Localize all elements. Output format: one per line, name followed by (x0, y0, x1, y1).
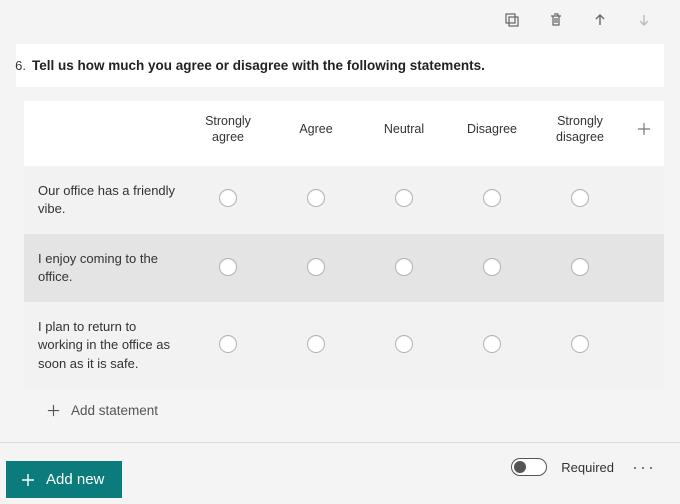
likert-matrix: Strongly agree Agree Neutral Disagree St… (24, 101, 664, 389)
more-options-button[interactable]: ··· (628, 457, 660, 478)
move-down-button[interactable] (632, 8, 656, 32)
statement-text[interactable]: Our office has a friendly vibe. (24, 182, 184, 218)
radio-option[interactable] (483, 189, 501, 207)
toggle-knob (514, 461, 526, 473)
add-new-button[interactable]: Add new (6, 461, 122, 498)
required-label: Required (561, 460, 614, 475)
matrix-body: Our office has a friendly vibe. I enjoy … (24, 166, 664, 389)
radio-option[interactable] (483, 335, 501, 353)
radio-option[interactable] (395, 189, 413, 207)
move-up-button[interactable] (588, 8, 612, 32)
question-number: 6. (10, 58, 32, 73)
add-statement-label: Add statement (71, 403, 158, 418)
table-row: I enjoy coming to the office. (24, 234, 664, 302)
radio-option[interactable] (307, 189, 325, 207)
column-header[interactable]: Disagree (448, 121, 536, 137)
column-header[interactable]: Strongly agree (184, 113, 272, 146)
matrix-header-row: Strongly agree Agree Neutral Disagree St… (24, 101, 664, 166)
delete-button[interactable] (544, 8, 568, 32)
trash-icon (548, 12, 564, 28)
table-row: I plan to return to working in the offic… (24, 302, 664, 389)
table-row: Our office has a friendly vibe. (24, 166, 664, 234)
add-statement-button[interactable]: Add statement (16, 389, 680, 434)
plus-icon (20, 472, 36, 488)
question-header: 6. Tell us how much you agree or disagre… (16, 44, 664, 87)
radio-option[interactable] (219, 335, 237, 353)
radio-option[interactable] (395, 258, 413, 276)
radio-option[interactable] (571, 189, 589, 207)
column-header[interactable]: Strongly disagree (536, 113, 624, 146)
radio-option[interactable] (219, 258, 237, 276)
radio-option[interactable] (395, 335, 413, 353)
radio-option[interactable] (571, 335, 589, 353)
question-toolbar (0, 0, 680, 36)
add-column-button[interactable] (624, 121, 664, 137)
copy-button[interactable] (500, 8, 524, 32)
statement-text[interactable]: I enjoy coming to the office. (24, 250, 184, 286)
plus-icon (46, 403, 61, 418)
radio-option[interactable] (219, 189, 237, 207)
column-header[interactable]: Agree (272, 121, 360, 137)
required-toggle[interactable] (511, 458, 547, 476)
radio-option[interactable] (307, 335, 325, 353)
statement-text[interactable]: I plan to return to working in the offic… (24, 318, 184, 373)
arrow-down-icon (636, 12, 652, 28)
plus-icon (636, 121, 652, 137)
radio-option[interactable] (307, 258, 325, 276)
add-new-label: Add new (46, 471, 104, 488)
arrow-up-icon (592, 12, 608, 28)
copy-icon (504, 12, 520, 28)
radio-option[interactable] (483, 258, 501, 276)
radio-option[interactable] (571, 258, 589, 276)
question-text[interactable]: Tell us how much you agree or disagree w… (32, 58, 485, 73)
column-header[interactable]: Neutral (360, 121, 448, 137)
